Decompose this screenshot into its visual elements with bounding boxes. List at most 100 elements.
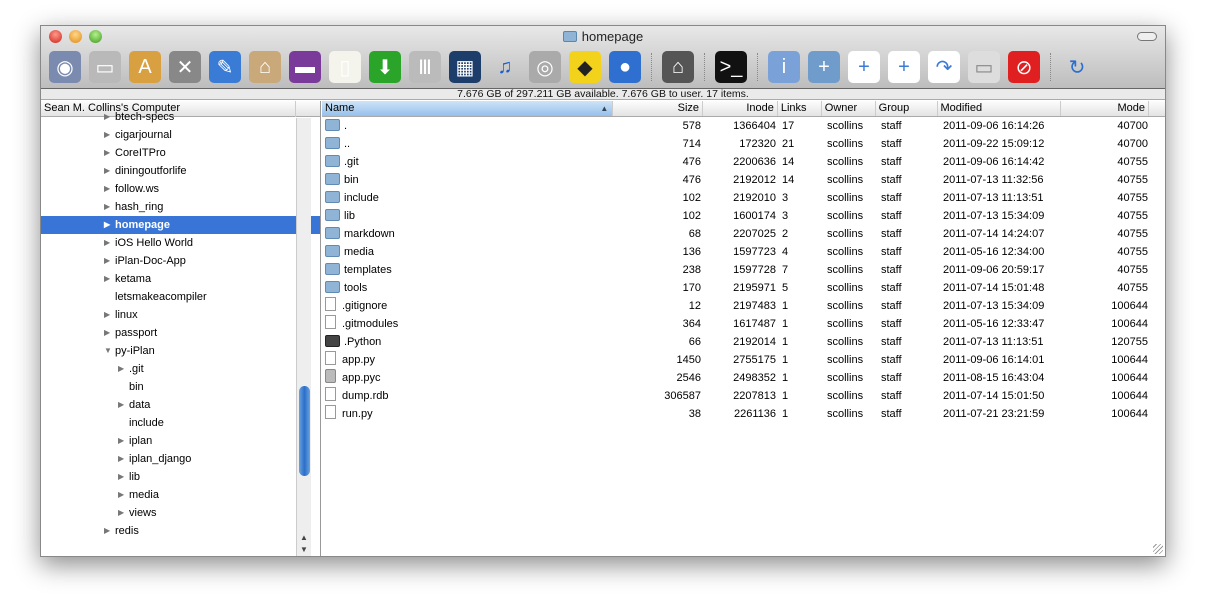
column-header-inode[interactable]: Inode xyxy=(703,101,778,116)
applications-button[interactable]: A xyxy=(129,51,161,83)
sidebar-item-hash-ring[interactable]: ▶ hash_ring xyxy=(41,198,320,216)
disclosure-closed-icon[interactable]: ▶ xyxy=(118,486,124,504)
sites-button[interactable]: ● xyxy=(609,51,641,83)
disclosure-open-icon[interactable]: ▼ xyxy=(104,342,112,360)
column-header-owner[interactable]: Owner xyxy=(822,101,876,116)
sidebar-item-bin[interactable]: bin xyxy=(41,378,320,396)
table-row[interactable]: .. 714 172320 21 scollins staff 2011-09-22 15:… xyxy=(322,135,1165,153)
scroll-down-arrow[interactable]: ▼ xyxy=(300,545,308,554)
sidebar-item-diningoutforlife[interactable]: ▶ diningoutforlife xyxy=(41,162,320,180)
sidebar-item-media[interactable]: ▶ media xyxy=(41,486,320,504)
sidebar-item-views[interactable]: ▶ views xyxy=(41,504,320,522)
home-button[interactable]: ⌂ xyxy=(249,51,281,83)
table-row[interactable]: app.pyc 2546 2498352 1 scollins staff 2011-08-… xyxy=(322,369,1165,387)
duplicate-button[interactable]: + xyxy=(888,51,920,83)
disclosure-closed-icon[interactable]: ▶ xyxy=(104,234,110,252)
table-row[interactable]: .git 476 2200636 14 scollins staff 2011-09-06 … xyxy=(322,153,1165,171)
downloads-button[interactable]: ⬇ xyxy=(369,51,401,83)
network-globe-button[interactable]: ◉ xyxy=(49,51,81,83)
sidebar-item--git[interactable]: ▶ .git xyxy=(41,360,320,378)
sidebar-item-redis[interactable]: ▶ redis xyxy=(41,522,320,540)
utilities-button[interactable]: ✕ xyxy=(169,51,201,83)
table-row[interactable]: app.py 1450 2755175 1 scollins staff 2011-09-0… xyxy=(322,351,1165,369)
sidebar-item-linux[interactable]: ▶ linux xyxy=(41,306,320,324)
sidebar-item-ios-hello-world[interactable]: ▶ iOS Hello World xyxy=(41,234,320,252)
disclosure-closed-icon[interactable]: ▶ xyxy=(104,198,110,216)
column-header-links[interactable]: Links xyxy=(778,101,822,116)
disclosure-closed-icon[interactable]: ▶ xyxy=(118,504,124,522)
toolbar-toggle-button[interactable] xyxy=(1137,32,1157,41)
disclosure-closed-icon[interactable]: ▶ xyxy=(104,216,110,234)
sidebar-item-iplan-django[interactable]: ▶ iplan_django xyxy=(41,450,320,468)
terminal-button[interactable]: >_ xyxy=(715,51,747,83)
disclosure-closed-icon[interactable]: ▶ xyxy=(104,162,110,180)
disclosure-closed-icon[interactable]: ▶ xyxy=(118,468,124,486)
column-header-size[interactable]: Size xyxy=(613,101,704,116)
disclosure-closed-icon[interactable]: ▶ xyxy=(104,252,110,270)
library-button[interactable]: Ⅲ xyxy=(409,51,441,83)
sidebar-item-btech-specs[interactable]: ▶ btech-specs xyxy=(41,108,320,126)
disclosure-closed-icon[interactable]: ▶ xyxy=(104,108,110,126)
column-header-name[interactable]: Name ▲ xyxy=(322,101,614,116)
sidebar-item-cigarjournal[interactable]: ▶ cigarjournal xyxy=(41,126,320,144)
new-folder-button[interactable]: + xyxy=(808,51,840,83)
table-row[interactable]: .gitmodules 364 1617487 1 scollins staff 2011-… xyxy=(322,315,1165,333)
table-row[interactable]: lib 102 1600174 3 scollins staff 2011-07-13 15… xyxy=(322,207,1165,225)
disclosure-closed-icon[interactable]: ▶ xyxy=(118,360,124,378)
delete-button[interactable]: ⊘ xyxy=(1008,51,1040,83)
move-button[interactable]: ↷ xyxy=(928,51,960,83)
unix-file-button[interactable]: ▭ xyxy=(968,51,1000,83)
refresh-button[interactable]: ↻ xyxy=(1061,51,1093,83)
disclosure-closed-icon[interactable]: ▶ xyxy=(104,306,110,324)
table-row[interactable]: run.py 38 2261136 1 scollins staff 2011-07-21 … xyxy=(322,405,1165,423)
column-header-group[interactable]: Group xyxy=(876,101,938,116)
table-row[interactable]: media 136 1597723 4 scollins staff 2011-05-16 … xyxy=(322,243,1165,261)
public-button[interactable]: ◆ xyxy=(569,51,601,83)
table-row[interactable]: tools 170 2195971 5 scollins staff 2011-07-14 … xyxy=(322,279,1165,297)
music-button[interactable]: ♫ xyxy=(489,51,521,83)
movies-button[interactable]: ▦ xyxy=(449,51,481,83)
column-header-modified[interactable]: Modified xyxy=(938,101,1062,116)
sidebar-item-homepage[interactable]: ▶ homepage xyxy=(41,216,320,234)
sidebar-item-passport[interactable]: ▶ passport xyxy=(41,324,320,342)
disclosure-closed-icon[interactable]: ▶ xyxy=(104,324,110,342)
scroll-up-arrow[interactable]: ▲ xyxy=(300,533,308,542)
table-row[interactable]: templates 238 1597728 7 scollins staff 2011-09… xyxy=(322,261,1165,279)
disclosure-closed-icon[interactable]: ▶ xyxy=(104,270,110,288)
table-row[interactable]: bin 476 2192012 14 scollins staff 2011-07-13 1… xyxy=(322,171,1165,189)
disclosure-closed-icon[interactable]: ▶ xyxy=(104,144,110,162)
sidebar-item-iplan-doc-app[interactable]: ▶ iPlan-Doc-App xyxy=(41,252,320,270)
scrollbar-thumb[interactable] xyxy=(299,386,310,476)
sidebar-item-ketama[interactable]: ▶ ketama xyxy=(41,270,320,288)
table-row[interactable]: .gitignore 12 2197483 1 scollins staff 2011-07… xyxy=(322,297,1165,315)
table-row[interactable]: markdown 68 2207025 2 scollins staff 2011-07-1… xyxy=(322,225,1165,243)
desktop-button[interactable]: ▬ xyxy=(289,51,321,83)
hard-drive-button[interactable]: ▭ xyxy=(89,51,121,83)
disclosure-closed-icon[interactable]: ▶ xyxy=(104,522,110,540)
table-row[interactable]: . 578 1366404 17 scollins staff 2011-09-06 16:… xyxy=(322,117,1165,135)
sidebar-item-follow-ws[interactable]: ▶ follow.ws xyxy=(41,180,320,198)
table-row[interactable]: dump.rdb 306587 2207813 1 scollins staff 2011-… xyxy=(322,387,1165,405)
pictures-button[interactable]: ◎ xyxy=(529,51,561,83)
disclosure-closed-icon[interactable]: ▶ xyxy=(118,432,124,450)
disclosure-closed-icon[interactable]: ▶ xyxy=(104,126,110,144)
sidebar-scrollbar[interactable]: ▲ ▼ xyxy=(296,118,311,556)
sidebar-item-include[interactable]: include xyxy=(41,414,320,432)
table-row[interactable]: include 102 2192010 3 scollins staff 2011-07-1… xyxy=(322,189,1165,207)
disclosure-closed-icon[interactable]: ▶ xyxy=(104,180,110,198)
sidebar-item-letsmakeacompiler[interactable]: letsmakeacompiler xyxy=(41,288,320,306)
disclosure-closed-icon[interactable]: ▶ xyxy=(118,396,124,414)
xcode-button[interactable]: ✎ xyxy=(209,51,241,83)
sidebar-item-lib[interactable]: ▶ lib xyxy=(41,468,320,486)
sidebar-item-coreitpro[interactable]: ▶ CoreITPro xyxy=(41,144,320,162)
column-header-mode[interactable]: Mode xyxy=(1061,101,1150,116)
disclosure-closed-icon[interactable]: ▶ xyxy=(118,450,124,468)
sidebar-item-py-iplan[interactable]: ▼ py-iPlan xyxy=(41,342,320,360)
table-row[interactable]: .Python 66 2192014 1 scollins staff 2011-07-13… xyxy=(322,333,1165,351)
resize-grip[interactable] xyxy=(1153,544,1163,554)
sidebar-item-iplan[interactable]: ▶ iplan xyxy=(41,432,320,450)
info-button[interactable]: i xyxy=(768,51,800,83)
sidebar-item-data[interactable]: ▶ data xyxy=(41,396,320,414)
copy-button[interactable]: + xyxy=(848,51,880,83)
documents-button[interactable]: ▯ xyxy=(329,51,361,83)
